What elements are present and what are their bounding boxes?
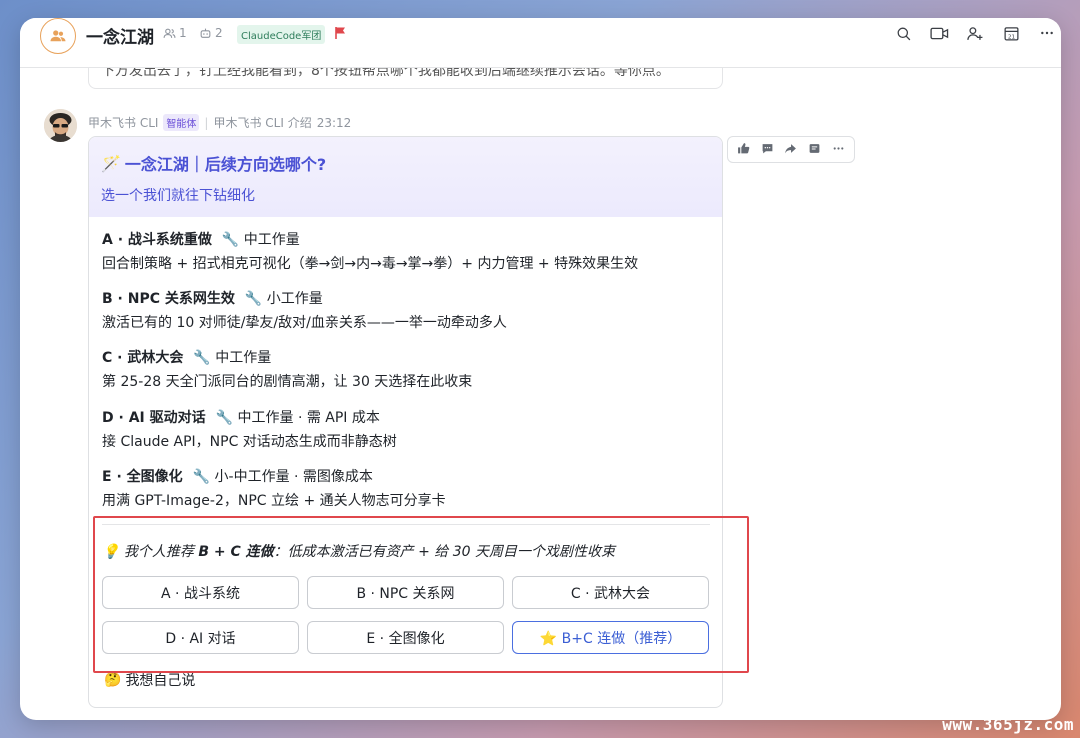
card-header: 🪄 一念江湖｜后续方向选哪个? 选一个我们就往下钻细化 <box>89 137 722 217</box>
recommend-bold: B + C 连做 <box>198 544 274 560</box>
option-e: E · 全图像化 🔧 小-中工作量 · 需图像成本 用满 GPT-Image-2，… <box>102 468 446 511</box>
option-label: B · NPC 关系网生效 <box>102 291 235 307</box>
group-icon <box>50 30 66 42</box>
option-label: D · AI 驱动对话 <box>102 410 206 426</box>
option-description: 接 Claude API，NPC 对话动态生成而非静态树 <box>102 434 397 450</box>
option-effort: 🔧 中工作量 <box>221 232 300 248</box>
flag-icon[interactable] <box>334 25 347 44</box>
recommend-suffix: ：低成本激活已有资产 + 给 30 天周目一个戏剧性收束 <box>273 544 616 560</box>
lightbulb-icon: 💡 <box>102 544 120 560</box>
recommend-prefix: 我个人推荐 <box>123 544 199 560</box>
chat-title[interactable]: 一念江湖 <box>86 23 154 48</box>
group-avatar[interactable] <box>40 18 76 54</box>
option-label: C · 武林大会 <box>102 350 184 366</box>
member-count[interactable]: 1 <box>163 26 187 40</box>
chat-header: 一念江湖 1 2 ClaudeCode军团 21 <box>20 18 1061 68</box>
self-say-option[interactable]: 🤔 我想自己说 <box>104 670 195 690</box>
thinking-face-icon: 🤔 <box>104 672 122 688</box>
calendar-day: 21 <box>1007 34 1015 40</box>
option-description: 回合制策略 + 招式相克可视化（拳→剑→内→毒→掌→拳）+ 内力管理 + 特殊效… <box>102 256 639 272</box>
search-icon[interactable] <box>893 23 913 43</box>
card-divider <box>102 524 710 525</box>
bot-badge: 智能体 <box>163 114 200 131</box>
card-subtitle: 选一个我们就往下钻细化 <box>101 188 255 204</box>
add-member-icon[interactable] <box>965 23 985 43</box>
interactive-card: 🪄 一念江湖｜后续方向选哪个? 选一个我们就往下钻细化 A · 战斗系统重做 🔧 … <box>88 136 723 708</box>
choice-button-bc-recommended[interactable]: ⭐ B+C 连做（推荐） <box>512 621 709 654</box>
bot-avatar[interactable] <box>44 109 77 142</box>
reply-reference[interactable]: 甲木飞书 CLI 介绍 <box>213 114 311 131</box>
bot-count[interactable]: 2 <box>199 26 223 40</box>
message-action-bar <box>727 136 855 163</box>
option-effort: 🔧 中工作量 · 需 API 成本 <box>215 410 380 426</box>
bot-count-value: 2 <box>215 26 223 40</box>
separator: | <box>204 115 209 130</box>
card-title-text: 一念江湖｜后续方向选哪个? <box>124 155 327 174</box>
card-title: 🪄 一念江湖｜后续方向选哪个? <box>101 151 710 175</box>
choice-button-c[interactable]: C · 武林大会 <box>512 576 709 609</box>
quote-icon[interactable] <box>806 142 824 158</box>
calendar-icon[interactable]: 21 <box>1001 23 1021 43</box>
option-a: A · 战斗系统重做 🔧 中工作量 回合制策略 + 招式相克可视化（拳→剑→内→毒… <box>102 231 638 274</box>
video-call-icon[interactable] <box>929 23 949 43</box>
more-icon[interactable] <box>1037 23 1057 43</box>
self-say-label: 我想自己说 <box>125 673 196 689</box>
option-b: B · NPC 关系网生效 🔧 小工作量 激活已有的 10 对师徒/挚友/敌对/血… <box>102 290 507 333</box>
member-count-value: 1 <box>179 26 187 40</box>
option-label: E · 全图像化 <box>102 469 183 485</box>
option-description: 激活已有的 10 对师徒/挚友/敌对/血亲关系——一举一动牵动多人 <box>102 315 507 331</box>
option-description: 第 25-28 天全门派同台的剧情高潮，让 30 天选择在此收束 <box>102 374 473 390</box>
thumbs-up-icon[interactable] <box>735 142 753 158</box>
option-description: 用满 GPT-Image-2，NPC 立绘 + 通关人物志可分享卡 <box>102 493 446 509</box>
group-tag[interactable]: ClaudeCode军团 <box>237 25 326 44</box>
choice-button-a[interactable]: A · 战斗系统 <box>102 576 299 609</box>
bot-icon <box>200 28 211 38</box>
sender-name[interactable]: 甲木飞书 CLI <box>88 114 158 131</box>
message-sender-line: 甲木飞书 CLI 智能体 | 甲木飞书 CLI 介绍 23:12 <box>88 114 351 131</box>
reply-bubble-icon[interactable] <box>758 142 776 158</box>
forward-icon[interactable] <box>782 142 800 158</box>
member-icon <box>163 28 176 38</box>
choice-button-d[interactable]: D · AI 对话 <box>102 621 299 654</box>
option-d: D · AI 驱动对话 🔧 中工作量 · 需 API 成本 接 Claude AP… <box>102 409 397 452</box>
header-toolbar: 21 <box>893 23 1057 43</box>
choice-button-e[interactable]: E · 全图像化 <box>307 621 504 654</box>
message-time: 23:12 <box>316 115 352 130</box>
option-effort: 🔧 中工作量 <box>193 350 272 366</box>
magic-wand-icon: 🪄 <box>101 153 121 173</box>
more-actions-icon[interactable] <box>829 142 847 158</box>
option-label: A · 战斗系统重做 <box>102 232 212 248</box>
option-effort: 🔧 小工作量 <box>244 291 323 307</box>
chat-window: 一念江湖 1 2 ClaudeCode军团 21 下方发出去了，钉上经我能看到，… <box>20 18 1061 720</box>
option-effort: 🔧 小-中工作量 · 需图像成本 <box>192 469 373 485</box>
choice-button-b[interactable]: B · NPC 关系网 <box>307 576 504 609</box>
option-c: C · 武林大会 🔧 中工作量 第 25-28 天全门派同台的剧情高潮，让 30 … <box>102 349 472 392</box>
watermark: www.365jz.com <box>942 715 1074 734</box>
recommendation-line: 💡 我个人推荐 B + C 连做：低成本激活已有资产 + 给 30 天周目一个戏… <box>102 541 615 561</box>
